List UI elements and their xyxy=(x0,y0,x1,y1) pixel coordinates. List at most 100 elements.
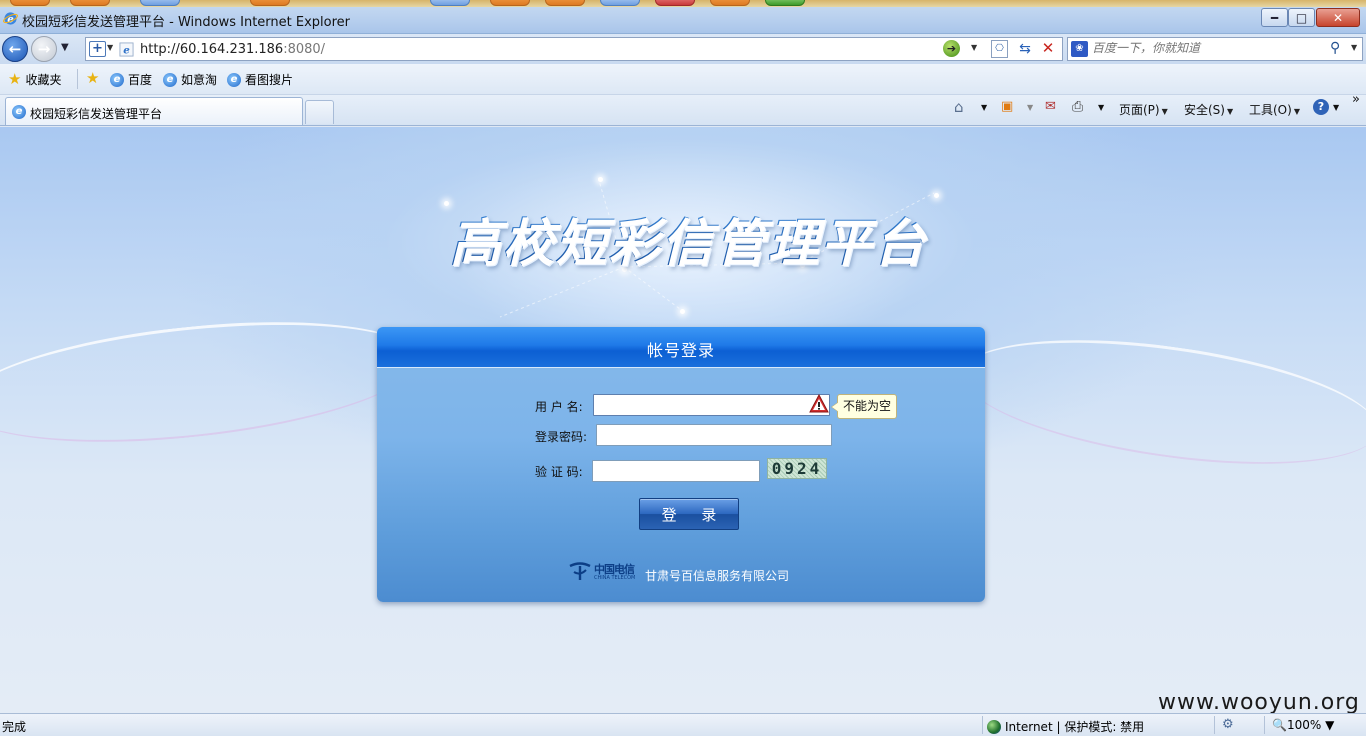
favorites-button[interactable]: ★ 收藏夹 xyxy=(8,71,61,88)
chevron-down-icon[interactable]: ▼ xyxy=(1098,103,1104,112)
decorative-arc xyxy=(0,303,425,461)
taskbar-button[interactable] xyxy=(545,0,585,6)
mail-icon[interactable]: ✉ xyxy=(1045,99,1056,115)
login-button[interactable]: 登 录 xyxy=(639,498,739,530)
ie-logo-icon: e xyxy=(3,12,18,25)
company-name: 甘肃号百信息服务有限公司 xyxy=(645,569,790,583)
divider xyxy=(77,69,78,89)
chevron-down-icon[interactable]: ▼ xyxy=(107,43,113,52)
taskbar-button[interactable] xyxy=(600,0,640,6)
taskbar-button[interactable] xyxy=(10,0,50,6)
refresh-icon[interactable]: ⇆ xyxy=(1016,40,1034,58)
divider xyxy=(1264,716,1265,734)
page-menu[interactable]: 页面(P) ▼ xyxy=(1119,101,1168,118)
security-zone[interactable]: Internet | 保护模式: 禁用 xyxy=(987,718,1144,735)
chevron-down-icon[interactable]: ▼ xyxy=(981,103,987,112)
tab-active[interactable]: e 校园短彩信发送管理平台 xyxy=(5,97,303,125)
tools-menu[interactable]: 工具(O) ▼ xyxy=(1249,101,1300,118)
add-favorite-icon[interactable]: + xyxy=(89,41,106,57)
maximize-button[interactable]: □ xyxy=(1288,8,1315,27)
platform-title: 高校短彩信管理平台 xyxy=(449,201,926,275)
svg-text:e: e xyxy=(123,45,130,57)
url-field[interactable]: + ▼ e http://60.164.231.186:8080/ ➔ ▼ ⎔ … xyxy=(85,37,1063,61)
baidu-paw-icon: ❀ xyxy=(1071,41,1088,57)
help-icon[interactable]: ? xyxy=(1313,99,1329,115)
login-header-title: 帐号登录 xyxy=(646,341,715,360)
validation-tooltip: 不能为空 xyxy=(830,394,898,419)
chevron-down-icon[interactable]: ▼ xyxy=(1333,103,1339,112)
search-input[interactable] xyxy=(1092,41,1322,55)
ie-page-icon: e xyxy=(163,72,177,87)
go-icon[interactable]: ➔ xyxy=(943,40,960,57)
tab-label: 校园短彩信发送管理平台 xyxy=(30,107,163,121)
arrow-left-icon: ← xyxy=(8,40,22,58)
toolbar-overflow-icon[interactable]: » xyxy=(1352,92,1360,107)
username-label: 用 户 名: xyxy=(535,400,583,414)
compatibility-view-icon[interactable]: ⎔ xyxy=(991,40,1008,58)
captcha-image[interactable]: 0924 xyxy=(767,458,827,479)
status-text: 完成 xyxy=(2,720,27,734)
china-telecom-wordmark: 中国电信 CHINA TELECOM xyxy=(594,563,636,581)
taskbar-button[interactable] xyxy=(655,0,695,6)
taskbar-button[interactable] xyxy=(70,0,110,6)
china-telecom-icon xyxy=(569,562,591,580)
star-add-icon: ★ xyxy=(86,69,100,87)
warning-icon xyxy=(809,394,829,413)
login-panel: 帐号登录 用 户 名: 不能为空 登录密码: 验 证 码: 0924 登 录 中… xyxy=(377,327,985,602)
zoom-level[interactable]: 🔍100% ▼ xyxy=(1272,718,1334,732)
password-input[interactable] xyxy=(596,424,832,446)
tab-row: e 校园短彩信发送管理平台 ⌂ ▼ ▣ ▼ ✉ ⎙ ▼ 页面(P) ▼ 安全(S)… xyxy=(0,92,1366,126)
globe-icon xyxy=(987,719,1001,734)
ie-page-icon: e xyxy=(12,105,26,119)
china-telecom-logo: 中国电信 CHINA TELECOM xyxy=(568,560,640,582)
safety-menu[interactable]: 安全(S) ▼ xyxy=(1184,101,1233,118)
arrow-right-icon: → xyxy=(37,40,51,58)
protected-mode-icon[interactable]: ⚙ xyxy=(1222,717,1234,732)
captcha-input[interactable] xyxy=(592,460,760,482)
ie-page-icon: e xyxy=(110,72,124,87)
watermark: www.wooyun.org xyxy=(1158,690,1360,715)
forward-button[interactable]: → xyxy=(31,36,57,62)
chevron-down-icon[interactable]: ▼ xyxy=(971,43,977,52)
back-button[interactable]: ← xyxy=(2,36,28,62)
url-text[interactable]: http://60.164.231.186:8080/ xyxy=(140,42,325,57)
taskbar-button[interactable] xyxy=(250,0,290,6)
login-header: 帐号登录 xyxy=(377,327,985,368)
favorites-bar: ★ 收藏夹 ★ e 百度 e 如意淘 e 看图搜片 xyxy=(0,64,1366,95)
taskbar-button[interactable] xyxy=(490,0,530,6)
home-icon[interactable]: ⌂ xyxy=(954,99,964,115)
username-input[interactable] xyxy=(593,394,830,416)
stop-icon[interactable]: ✕ xyxy=(1039,39,1057,57)
chevron-down-icon[interactable]: ▼ xyxy=(1027,103,1033,112)
window-title-bar: e 校园短彩信发送管理平台 - Windows Internet Explore… xyxy=(0,0,1366,34)
star-icon: ★ xyxy=(8,70,22,88)
taskbar-button[interactable] xyxy=(765,0,805,6)
taskbar-button[interactable] xyxy=(430,0,470,6)
favorite-link-ruyitao[interactable]: e 如意淘 xyxy=(163,71,217,88)
decorative-arc xyxy=(954,318,1366,486)
close-button[interactable]: ✕ xyxy=(1316,8,1360,27)
new-tab-button[interactable] xyxy=(305,100,334,124)
page-ie-icon: e xyxy=(119,42,134,57)
address-toolbar: ← → ▼ + ▼ e http://60.164.231.186:8080/ … xyxy=(0,34,1366,64)
search-icon[interactable]: ⚲ xyxy=(1330,40,1340,56)
chevron-down-icon[interactable]: ▼ xyxy=(1351,43,1357,52)
rss-feed-icon[interactable]: ▣ xyxy=(1001,99,1013,115)
print-icon[interactable]: ⎙ xyxy=(1072,99,1083,115)
status-bar: 完成 Internet | 保护模式: 禁用 ⚙ 🔍100% ▼ xyxy=(0,713,1366,736)
password-label: 登录密码: xyxy=(535,430,588,444)
divider xyxy=(1214,716,1215,734)
favorite-link-baidu[interactable]: e 百度 xyxy=(110,71,152,88)
search-box[interactable]: ❀ ⚲ ▼ xyxy=(1067,37,1363,61)
taskbar-strip xyxy=(0,0,1366,7)
divider xyxy=(982,716,983,734)
minimize-button[interactable]: ━ xyxy=(1261,8,1288,27)
taskbar-button[interactable] xyxy=(140,0,180,6)
history-dropdown-icon[interactable]: ▼ xyxy=(61,42,69,53)
page-content: 高校短彩信管理平台 帐号登录 用 户 名: 不能为空 登录密码: 验 证 码: … xyxy=(0,127,1366,713)
add-to-favorites-bar-button[interactable]: ★ xyxy=(86,71,99,86)
taskbar-button[interactable] xyxy=(710,0,750,6)
favorite-link-kantu[interactable]: e 看图搜片 xyxy=(227,71,293,88)
ie-page-icon: e xyxy=(227,72,241,87)
captcha-label: 验 证 码: xyxy=(535,465,583,479)
